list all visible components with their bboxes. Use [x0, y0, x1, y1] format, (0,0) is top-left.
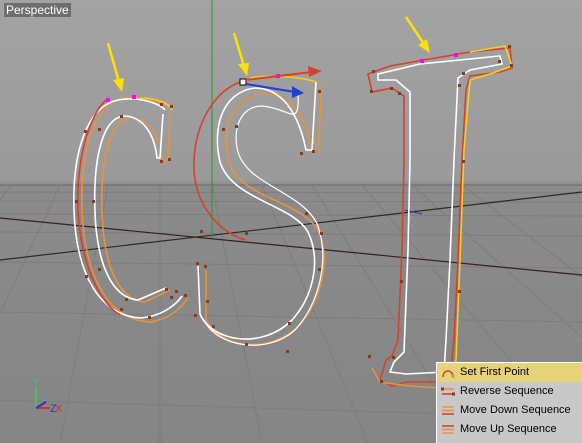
letter-s-spline[interactable] [193, 75, 325, 346]
viewport-title-text: Perspective [4, 3, 71, 17]
spline-context-menu: Set First Point Reverse Sequence Move Do… [436, 362, 582, 443]
c-outer-white [73, 98, 183, 319]
letter-c-spline[interactable] [73, 96, 189, 323]
i-right-yellow [451, 45, 514, 381]
spline-direction-arrows [245, 66, 322, 98]
menu-item-label: Move Up Sequence [460, 423, 557, 435]
menu-item-label: Set First Point [460, 366, 530, 378]
selected-points[interactable] [106, 53, 458, 102]
s-inner-white [203, 91, 324, 346]
s-outer-white [197, 81, 317, 340]
menu-item-move-up-sequence[interactable]: Move Up Sequence [437, 420, 582, 439]
move-up-sequence-icon [442, 425, 454, 434]
c-inner-white [93, 113, 167, 301]
gizmo-x-label: X [55, 403, 63, 415]
gizmo-y-label: Y [32, 377, 40, 389]
menu-item-label: Reverse Sequence [460, 385, 554, 397]
first-point-marker[interactable] [239, 78, 247, 86]
set-first-point-icon [442, 370, 455, 378]
menu-item-reverse-sequence[interactable]: Reverse Sequence [437, 382, 582, 401]
reverse-sequence-icon [441, 387, 455, 396]
menu-item-move-down-sequence[interactable]: Move Down Sequence [437, 401, 582, 420]
axis-gizmo: Y Z X [32, 377, 63, 415]
move-down-sequence-icon [442, 406, 454, 415]
perspective-viewport[interactable]: Y Z X Perspective Set First Point Revers… [0, 0, 582, 443]
viewport-title[interactable]: Perspective [4, 3, 71, 17]
menu-item-label: Move Down Sequence [460, 404, 571, 416]
menu-item-set-first-point[interactable]: Set First Point [437, 363, 582, 382]
